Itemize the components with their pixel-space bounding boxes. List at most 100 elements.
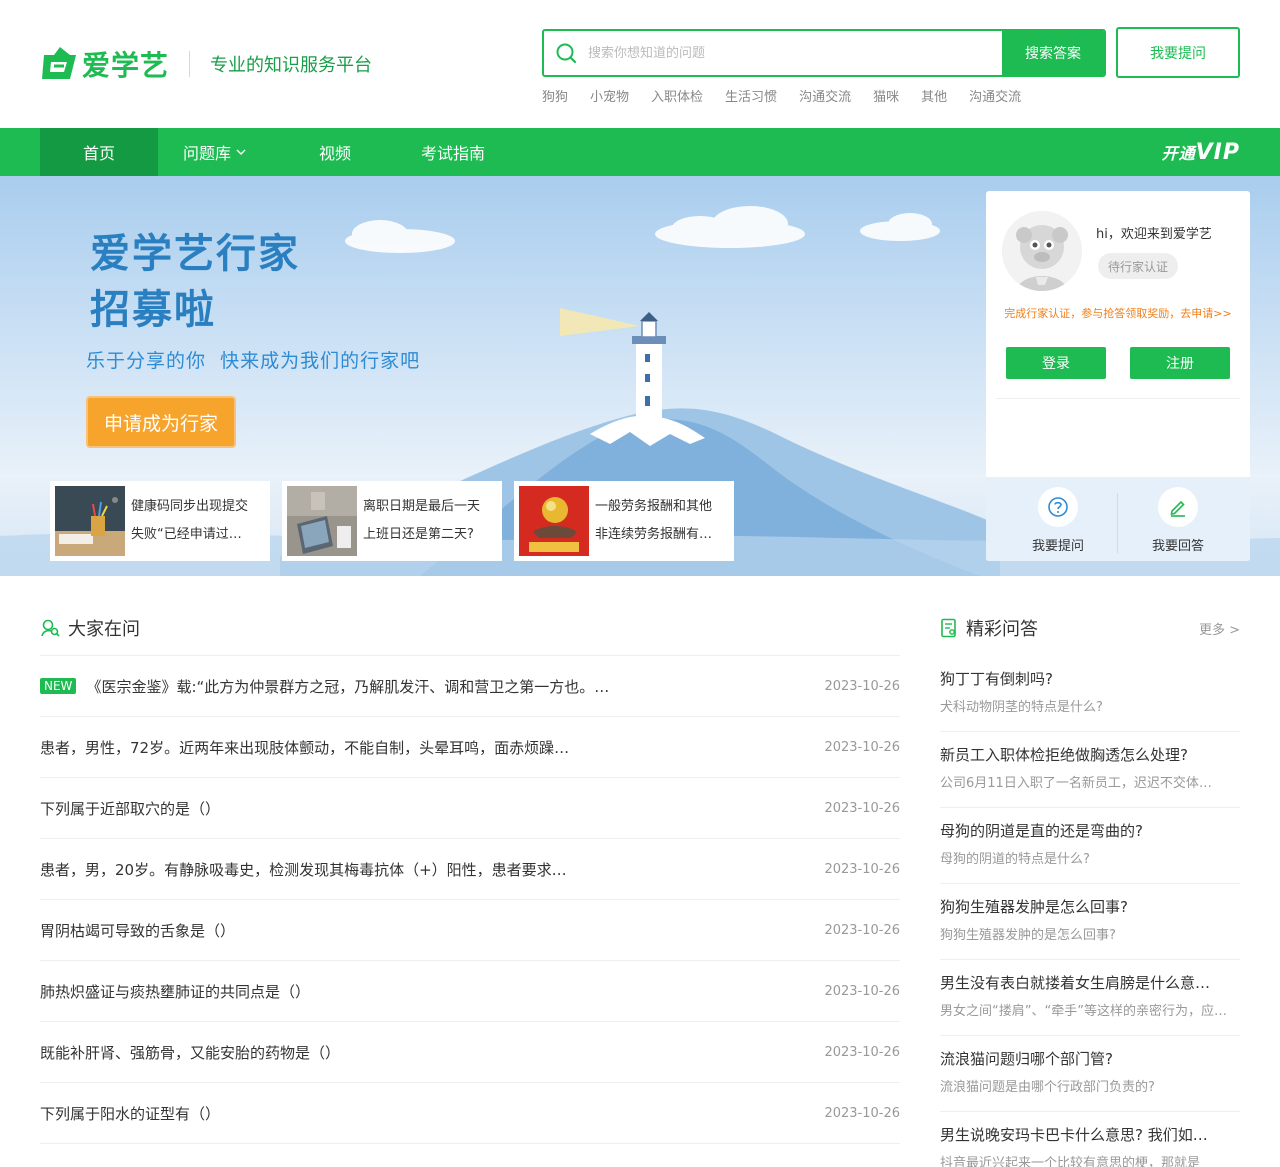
questions-header: 大家在问 (40, 600, 900, 656)
card-line: 上班日还是第二天? (363, 527, 474, 542)
register-button[interactable]: 注册 (1130, 347, 1230, 379)
answer-summary: 男女之间“搂肩”、“牵手”等这样的亲密行为，应… (940, 1004, 1227, 1019)
question-date: 2023-10-26 (824, 1105, 900, 1121)
answer-question: 狗丁丁有倒刺吗? (940, 670, 1053, 688)
question-date: 2023-10-26 (824, 739, 900, 755)
hot-tag[interactable]: 猫咪 (873, 86, 899, 105)
questions-title: 大家在问 (68, 618, 140, 640)
question-date: 2023-10-26 (824, 861, 900, 877)
answer-summary: 母狗的阴道的特点是什么? (940, 852, 1090, 867)
question-text: 下列属于近部取穴的是（） (40, 799, 221, 818)
hot-tag[interactable]: 小宠物 (590, 86, 629, 105)
search-input[interactable] (588, 31, 1002, 75)
answers-section: 精彩问答 更多 > 狗丁丁有倒刺吗? 犬科动物阴茎的特点是什么? 新员工入职体检… (940, 600, 1240, 1167)
banner: 爱学艺行家 招募啦 乐于分享的你 快来成为我们的行家吧 申请成为行家 健康码同步… (0, 176, 1280, 576)
hot-tag[interactable]: 狗狗 (542, 86, 568, 105)
new-badge: NEW (40, 678, 77, 694)
welcome-text: hi，欢迎来到爱学艺 (1096, 227, 1212, 242)
question-row[interactable]: 下列属于近部取穴的是（） 2023-10-26 (40, 778, 900, 839)
answer-question: 男生没有表白就搂着女生肩膀是什么意… (940, 974, 1211, 992)
answer-item[interactable]: 狗丁丁有倒刺吗? 犬科动物阴茎的特点是什么? (940, 656, 1240, 732)
banner-title-line2: 招募啦 (90, 286, 216, 333)
question-text: 患者，男性，72岁。近两年来出现肢体颤动，不能自制，头晕耳鸣，面赤烦躁… (40, 738, 570, 757)
featured-card[interactable]: 离职日期是最后一天 上班日还是第二天? (282, 481, 502, 561)
hot-tag[interactable]: 其他 (921, 86, 947, 105)
logo[interactable]: 爱学艺 专业的知识服务平台 (40, 44, 372, 84)
question-row[interactable]: 胃阴枯竭可导致的舌象是（） 2023-10-26 (40, 900, 900, 961)
answer-item[interactable]: 母狗的阴道是直的还是弯曲的? 母狗的阴道的特点是什么? (940, 808, 1240, 884)
panel-divider (996, 398, 1240, 399)
nav-home-label: 首页 (82, 144, 115, 163)
answer-summary: 犬科动物阴茎的特点是什么? (940, 700, 1103, 715)
vip-text: VIP (1195, 140, 1240, 165)
nav-video-label: 视频 (318, 144, 351, 163)
question-text: 患者，男，20岁。有静脉吸毒史，检测发现其梅毒抗体（+）阳性，患者要求… (40, 860, 567, 879)
card-line: 一般劳务报酬和其他 (595, 499, 713, 514)
hot-tag[interactable]: 沟通交流 (799, 86, 851, 105)
document-icon (941, 618, 956, 638)
question-row[interactable]: 下列属于阳水的证型有（） 2023-10-26 (40, 1083, 900, 1144)
question-row[interactable]: 患者，男性，72岁。近两年来出现肢体颤动，不能自制，头晕耳鸣，面赤烦躁… 202… (40, 717, 900, 778)
question-text: 既能补肝肾、强筋骨，又能安胎的药物是（） (40, 1043, 341, 1062)
banner-subtitle: 乐于分享的你 快来成为我们的行家吧 (86, 350, 421, 372)
ask-question-button[interactable]: 我要提问 (1116, 27, 1240, 78)
answer-question: 流浪猫问题归哪个部门管? (940, 1050, 1113, 1068)
question-date: 2023-10-26 (824, 1044, 900, 1060)
apply-expert-button[interactable]: 申请成为行家 (86, 396, 236, 448)
apply-tip-link[interactable]: 完成行家认证，参与抢答领取奖励，去申请>> (986, 305, 1250, 321)
question-date: 2023-10-26 (824, 983, 900, 999)
answer-item[interactable]: 狗狗生殖器发肿是怎么回事? 狗狗生殖器发肿的是怎么回事? (940, 884, 1240, 960)
question-text: 肺热炽盛证与痰热壅肺证的共同点是（） (40, 982, 311, 1001)
nav-home[interactable]: 首页 (40, 128, 158, 176)
card-line: 离职日期是最后一天 (363, 499, 481, 514)
answer-summary: 流浪猫问题是由哪个行政部门负责的? (940, 1080, 1155, 1095)
answer-question-label: 我要回答 (1151, 539, 1204, 554)
nav-question-bank[interactable]: 问题库 (170, 128, 260, 176)
featured-card[interactable]: 健康码同步出现提交 失败“已经申请过… (50, 481, 270, 561)
card-text: 健康码同步出现提交 失败“已经申请过… (131, 493, 265, 549)
hot-tag[interactable]: 入职体检 (651, 86, 703, 105)
featured-cards: 健康码同步出现提交 失败“已经申请过… 离职日期是最后一天 上班日还是第二天? (50, 481, 734, 561)
question-text: 《医宗金鉴》载:“此方为仲景群方之冠，乃解肌发汗、调和营卫之第一方也。… (86, 677, 610, 696)
answer-item[interactable]: 流浪猫问题归哪个部门管? 流浪猫问题是由哪个行政部门负责的? (940, 1036, 1240, 1112)
answer-question: 母狗的阴道是直的还是弯曲的? (940, 822, 1143, 840)
question-row[interactable]: 患者，男，20岁。有静脉吸毒史，检测发现其梅毒抗体（+）阳性，患者要求… 202… (40, 839, 900, 900)
answer-question: 新员工入职体检拒绝做胸透怎么处理? (940, 746, 1188, 764)
ask-question-action[interactable]: 我要提问 (998, 487, 1118, 554)
answers-title: 精彩问答 (966, 619, 1038, 640)
chevron-down-icon (236, 149, 246, 155)
answer-summary: 公司6月11日入职了一名新员工，迟迟不交体… (940, 776, 1212, 791)
open-vip-link[interactable]: 开通VIP (1162, 140, 1240, 165)
nav-exam-guide[interactable]: 考试指南 (404, 128, 502, 176)
answer-item[interactable]: 男生没有表白就搂着女生肩膀是什么意… 男女之间“搂肩”、“牵手”等这样的亲密行为… (940, 960, 1240, 1036)
hot-tags: 狗狗 小宠物 入职体检 生活习惯 沟通交流 猫咪 其他 沟通交流 (542, 86, 1021, 105)
card-text: 一般劳务报酬和其他 非连续劳务报酬有… (595, 493, 729, 549)
card-line: 非连续劳务报酬有… (595, 527, 713, 542)
login-button[interactable]: 登录 (1006, 347, 1106, 379)
search-button[interactable]: 搜索答案 (1002, 31, 1104, 75)
answer-question-action[interactable]: 我要回答 (1118, 487, 1238, 554)
header: 爱学艺 专业的知识服务平台 搜索答案 我要提问 狗狗 小宠物 入职体检 生活习惯… (0, 0, 1280, 128)
question-text: 下列属于阳水的证型有（） (40, 1104, 221, 1123)
featured-card[interactable]: 一般劳务报酬和其他 非连续劳务报酬有… (514, 481, 734, 561)
logo-text: 爱学艺 (82, 49, 170, 82)
hot-tag[interactable]: 生活习惯 (725, 86, 777, 105)
hot-tag[interactable]: 沟通交流 (969, 86, 1021, 105)
slogan: 专业的知识服务平台 (210, 55, 373, 76)
card-text: 离职日期是最后一天 上班日还是第二天? (363, 493, 497, 549)
search-icon (544, 31, 588, 75)
answer-item[interactable]: 男生说晚安玛卡巴卡什么意思? 我们如… 抖音最近兴起来一个比较有意思的梗，那就是 (940, 1112, 1240, 1167)
question-row[interactable]: NEW 《医宗金鉴》载:“此方为仲景群方之冠，乃解肌发汗、调和营卫之第一方也。…… (40, 656, 900, 717)
main-nav: 首页 问题库 视频 考试指南 开通VIP (0, 128, 1280, 176)
question-text: 胃阴枯竭可导致的舌象是（） (40, 921, 236, 940)
logo-divider (189, 51, 191, 77)
avatar (1002, 211, 1082, 291)
answer-item[interactable]: 新员工入职体检拒绝做胸透怎么处理? 公司6月11日入职了一名新员工，迟迟不交体… (940, 732, 1240, 808)
more-link[interactable]: 更多 > (1199, 619, 1240, 638)
nav-question-bank-label: 问题库 (182, 144, 231, 163)
nav-video[interactable]: 视频 (290, 128, 380, 176)
banner-title: 爱学艺行家 招募啦 (90, 226, 300, 338)
question-row[interactable]: 既能补肝肾、强筋骨，又能安胎的药物是（） 2023-10-26 (40, 1022, 900, 1083)
questions-section: 大家在问 NEW 《医宗金鉴》载:“此方为仲景群方之冠，乃解肌发汗、调和营卫之第… (40, 600, 900, 1144)
question-row[interactable]: 肺热炽盛证与痰热壅肺证的共同点是（） 2023-10-26 (40, 961, 900, 1022)
